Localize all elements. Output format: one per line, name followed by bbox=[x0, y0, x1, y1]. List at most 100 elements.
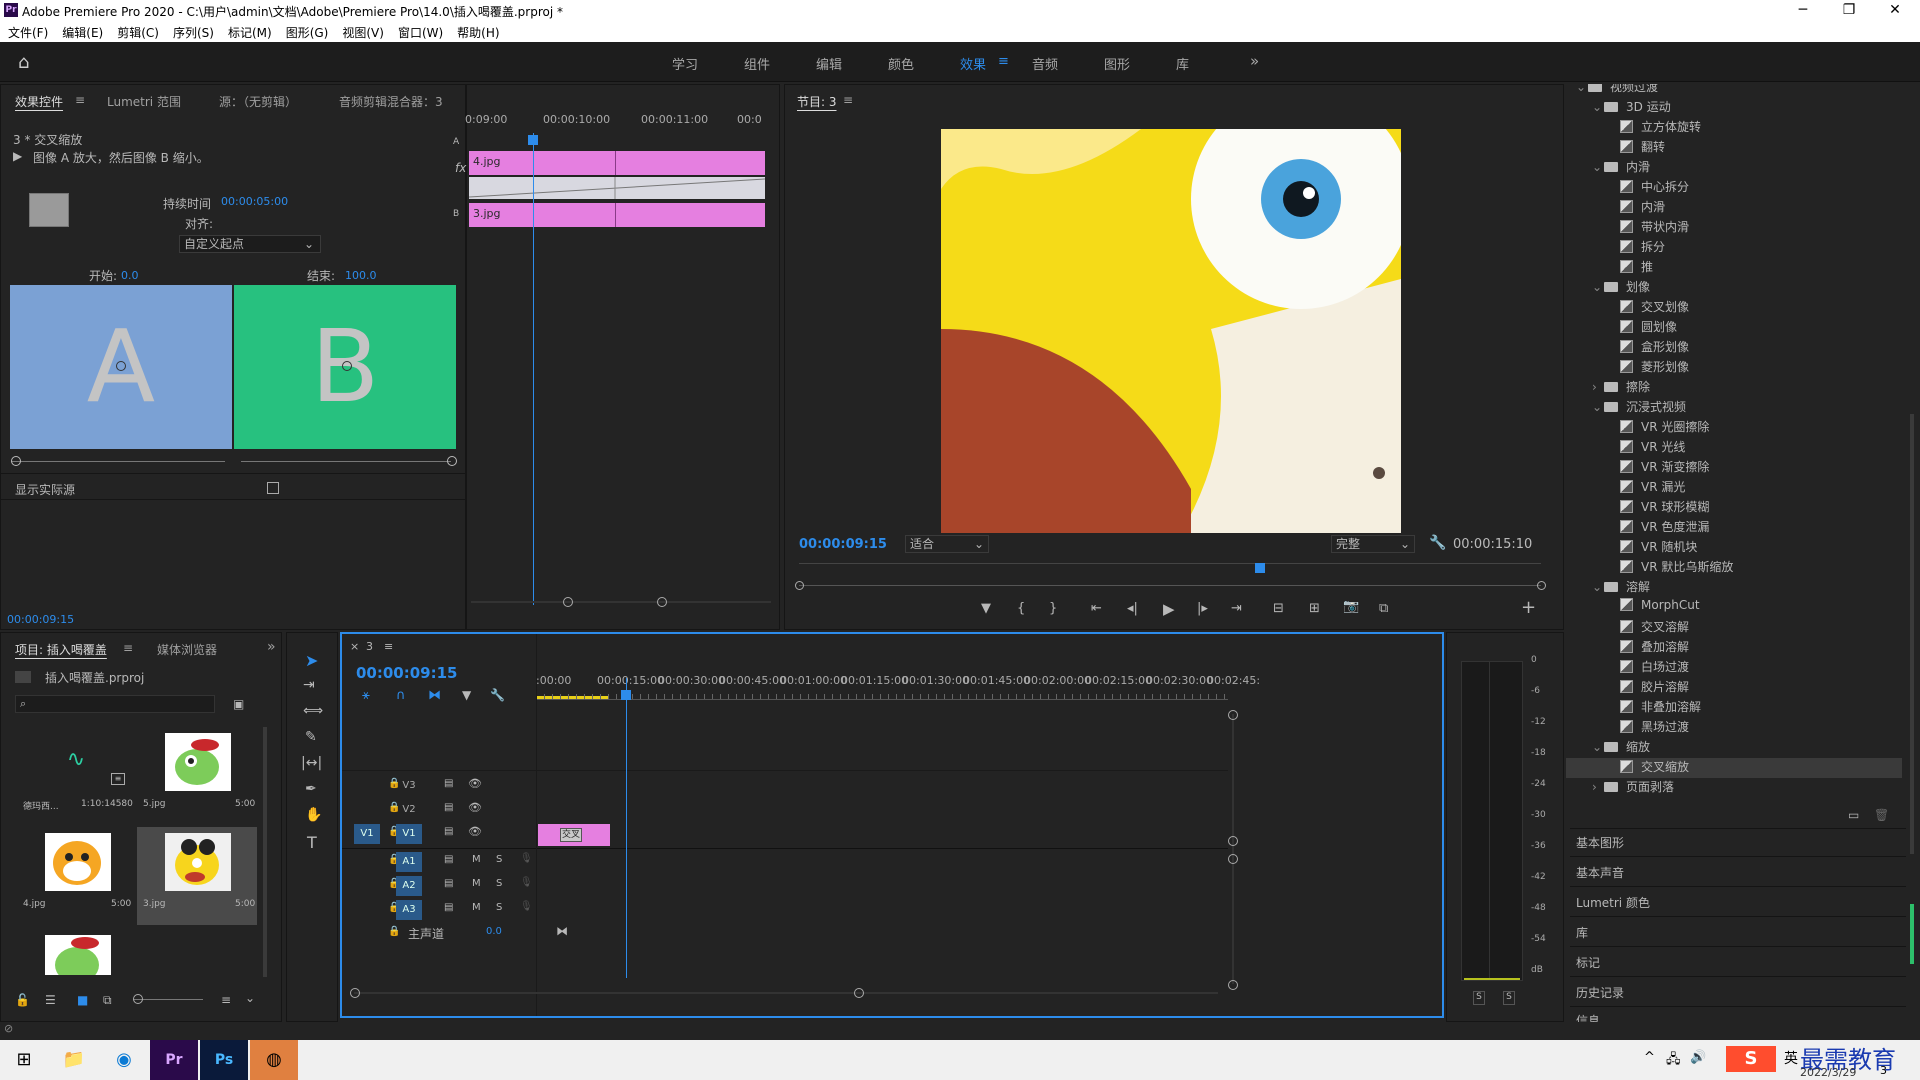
photoshop-taskbar-icon[interactable]: Ps bbox=[200, 1040, 248, 1080]
go-to-in-button[interactable]: ⇤ bbox=[1091, 601, 1102, 616]
effects-item[interactable]: 圆划像 bbox=[1566, 318, 1902, 338]
premiere-taskbar-icon[interactable]: Pr bbox=[150, 1040, 198, 1080]
timeline-close-icon[interactable]: × bbox=[350, 640, 359, 653]
effects-item[interactable]: 推 bbox=[1566, 258, 1902, 278]
center-point-icon[interactable] bbox=[116, 361, 126, 371]
eye-icon[interactable]: 👁 bbox=[468, 777, 482, 790]
tab-effect-controls[interactable]: 效果控件 bbox=[15, 93, 63, 110]
end-slider[interactable] bbox=[241, 461, 451, 462]
duration-value[interactable]: 00:00:05:00 bbox=[221, 195, 288, 208]
v-scroll-handle[interactable] bbox=[1228, 836, 1238, 846]
menu-file[interactable]: 文件(F) bbox=[8, 24, 48, 41]
zoom-slider-handle[interactable] bbox=[133, 994, 143, 1004]
section-lumetri-color[interactable]: Lumetri 颜色 bbox=[1576, 894, 1650, 911]
program-scrollbar[interactable] bbox=[799, 585, 1541, 586]
effects-folder[interactable]: ⌄ 缩放 bbox=[1566, 738, 1902, 758]
workspace-menu-icon[interactable]: ≡ bbox=[998, 54, 1009, 69]
track-a2-label[interactable]: A2 bbox=[396, 876, 422, 896]
section-history[interactable]: 历史记录 bbox=[1576, 984, 1624, 1001]
workspace-tab-effects[interactable]: 效果 bbox=[960, 54, 986, 73]
timeline-clip[interactable]: 交叉 bbox=[538, 824, 610, 846]
lift-button[interactable]: ⊟ bbox=[1273, 601, 1284, 616]
chevron-down-icon[interactable]: ⌄ bbox=[1592, 580, 1604, 594]
chevron-down-icon[interactable]: ⌄ bbox=[1576, 84, 1588, 94]
sogou-ime-icon[interactable]: S bbox=[1726, 1046, 1776, 1072]
track-v1-label[interactable]: V1 bbox=[396, 824, 422, 844]
windows-start-icon[interactable]: ⊞ bbox=[0, 1040, 48, 1080]
effects-item[interactable]: VR 随机块 bbox=[1566, 538, 1902, 558]
effects-item[interactable]: 立方体旋转 bbox=[1566, 118, 1902, 138]
sort-icon[interactable]: ≡ bbox=[221, 993, 231, 1007]
nest-icon[interactable]: ⚹ bbox=[362, 688, 370, 703]
effects-item[interactable]: 拆分 bbox=[1566, 238, 1902, 258]
pen-tool-icon[interactable]: ✒ bbox=[305, 781, 317, 797]
sync-lock-icon[interactable]: ▤ bbox=[444, 902, 453, 913]
timeline-playhead[interactable] bbox=[626, 678, 627, 978]
effects-item[interactable]: 带状内滑 bbox=[1566, 218, 1902, 238]
new-bin-icon[interactable]: ▭ bbox=[1848, 808, 1859, 822]
play-button[interactable]: ▶ bbox=[1163, 600, 1175, 618]
source-patch-v1[interactable]: V1 bbox=[354, 824, 380, 844]
timeline-v-scrollbar[interactable] bbox=[1232, 714, 1234, 984]
workspace-tab-graphics[interactable]: 图形 bbox=[1104, 54, 1130, 73]
add-marker-button[interactable]: ▼ bbox=[981, 601, 991, 616]
menu-view[interactable]: 视图(V) bbox=[342, 24, 384, 41]
menu-marker[interactable]: 标记(M) bbox=[228, 24, 272, 41]
effects-folder[interactable]: › 页面剥落 bbox=[1566, 778, 1902, 798]
add-marker-icon[interactable]: ▼ bbox=[462, 688, 471, 702]
tray-volume-icon[interactable]: 🔊 bbox=[1690, 1050, 1706, 1065]
chevron-down-icon[interactable]: ⌄ bbox=[1592, 280, 1604, 294]
ec-playhead-handle[interactable] bbox=[528, 135, 538, 145]
ec-playhead[interactable] bbox=[533, 133, 534, 605]
workspace-tab-learn[interactable]: 学习 bbox=[672, 54, 698, 73]
slip-tool-icon[interactable]: |↔| bbox=[301, 755, 322, 771]
add-button[interactable]: + bbox=[1521, 597, 1536, 618]
program-video-frame[interactable] bbox=[941, 129, 1401, 533]
linked-selection-icon[interactable]: ⧓ bbox=[428, 688, 441, 703]
mute-button[interactable]: M bbox=[472, 878, 481, 889]
razor-tool-icon[interactable]: ✎ bbox=[305, 729, 317, 745]
workspace-tab-libraries[interactable]: 库 bbox=[1176, 54, 1189, 73]
zoom-slider[interactable] bbox=[133, 999, 203, 1000]
effects-item[interactable]: 中心拆分 bbox=[1566, 178, 1902, 198]
section-libraries[interactable]: 库 bbox=[1576, 924, 1588, 941]
chevron-down-icon[interactable]: ⌄ bbox=[1592, 100, 1604, 114]
effects-item[interactable]: VR 默比乌斯缩放 bbox=[1566, 558, 1902, 578]
effects-scrollbar[interactable] bbox=[1910, 414, 1914, 854]
timeline-scroll-handle-left[interactable] bbox=[350, 988, 360, 998]
new-bin-from-search-icon[interactable]: ▣ bbox=[233, 697, 244, 711]
wrench-icon[interactable]: 🔧 bbox=[1429, 535, 1446, 551]
mark-in-button[interactable]: { bbox=[1017, 601, 1025, 616]
selection-tool-icon[interactable]: ➤ bbox=[305, 651, 318, 670]
lock-icon[interactable]: 🔒 bbox=[388, 926, 400, 937]
transition-bar[interactable] bbox=[469, 177, 765, 199]
tab-media-browser[interactable]: 媒体浏览器 bbox=[157, 641, 217, 658]
sync-lock-icon[interactable]: ▤ bbox=[444, 854, 453, 865]
ec-zoom-scrollbar[interactable] bbox=[471, 601, 771, 603]
effects-item[interactable]: 翻转 bbox=[1566, 138, 1902, 158]
align-dropdown[interactable]: 自定义起点 ⌄ bbox=[179, 235, 321, 253]
tab-project[interactable]: 项目: 插入喝覆盖 bbox=[15, 641, 107, 658]
hand-tool-icon[interactable]: ✋ bbox=[305, 807, 322, 823]
timeline-h-scrollbar[interactable] bbox=[354, 992, 1218, 994]
menu-graphics[interactable]: 图形(G) bbox=[286, 24, 329, 41]
ec-zoom-handle-right[interactable] bbox=[657, 597, 667, 607]
effects-item[interactable]: MorphCut bbox=[1566, 598, 1902, 618]
section-essential-graphics[interactable]: 基本图形 bbox=[1576, 834, 1624, 851]
effects-folder[interactable]: ⌄ 沉浸式视频 bbox=[1566, 398, 1902, 418]
effects-item[interactable]: VR 光圈擦除 bbox=[1566, 418, 1902, 438]
app-taskbar-icon[interactable]: ◍ bbox=[250, 1040, 298, 1080]
start-slider[interactable] bbox=[11, 461, 225, 462]
menu-clip[interactable]: 剪辑(C) bbox=[117, 24, 159, 41]
chevron-down-icon[interactable]: ⌄ bbox=[245, 991, 255, 1005]
v-scroll-handle[interactable] bbox=[1228, 710, 1238, 720]
file-explorer-icon[interactable]: 📁 bbox=[50, 1040, 98, 1080]
sync-lock-icon[interactable]: ▤ bbox=[444, 878, 453, 889]
sync-lock-icon[interactable]: ▤ bbox=[444, 778, 453, 789]
effects-item[interactable]: VR 球形模糊 bbox=[1566, 498, 1902, 518]
effects-folder[interactable]: ⌄ 划像 bbox=[1566, 278, 1902, 298]
sync-lock-icon[interactable]: ▤ bbox=[444, 802, 453, 813]
transition-marker[interactable]: 交叉 bbox=[560, 828, 582, 842]
menu-edit[interactable]: 编辑(E) bbox=[62, 24, 103, 41]
timeline-playhead-handle[interactable] bbox=[621, 690, 631, 700]
